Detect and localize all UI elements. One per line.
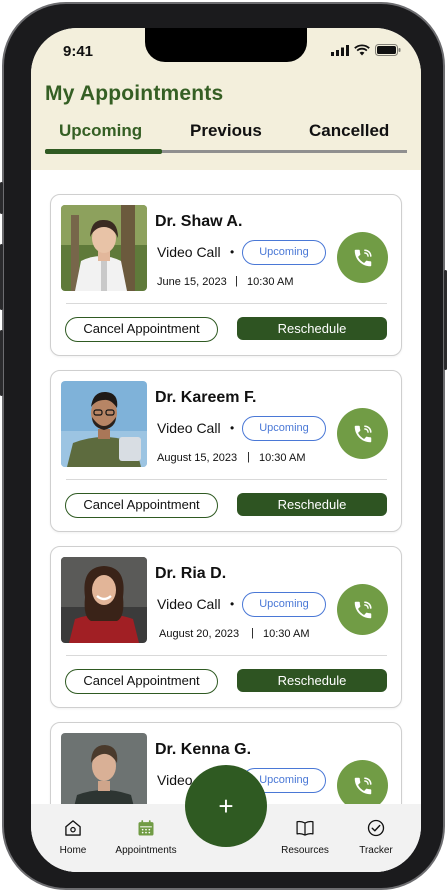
separator-dot: • (230, 245, 235, 259)
mute-switch (0, 182, 3, 214)
notch (145, 28, 307, 62)
reschedule-button[interactable]: Reschedule (237, 317, 387, 340)
status-badge: Upcoming (242, 416, 326, 441)
reschedule-button[interactable]: Reschedule (237, 493, 387, 516)
separator-dot: • (230, 597, 235, 611)
status-badge: Upcoming (242, 240, 326, 265)
plus-icon: + (218, 790, 234, 821)
tab-cancelled[interactable]: Cancelled (309, 121, 389, 141)
nav-item-resources[interactable]: Resources (279, 818, 331, 856)
phone-icon (354, 600, 372, 618)
home-icon (65, 820, 81, 836)
nav-label: Home (59, 845, 87, 856)
nav-item-tracker[interactable]: Tracker (356, 818, 396, 856)
wifi-icon (354, 44, 370, 56)
doctor-name: Dr. Shaw A. (155, 213, 243, 230)
volume-down-button (0, 330, 3, 396)
doctor-name: Dr. Kareem F. (155, 389, 257, 406)
phone-frame: 9:41 My Appointments Upcoming Previous C… (0, 2, 447, 890)
call-type: Video Call (157, 420, 221, 436)
video-call-button[interactable] (337, 408, 388, 459)
card-divider (66, 655, 387, 656)
signal-icon (331, 44, 349, 56)
nav-item-appointments[interactable]: Appointments (108, 818, 184, 856)
nav-label: Tracker (359, 845, 393, 856)
phone-icon (354, 248, 372, 266)
calendar-icon (138, 820, 154, 836)
date-time-separator: | (247, 451, 250, 463)
status-time: 9:41 (63, 43, 94, 60)
doctor-name: Dr. Kenna G. (155, 741, 252, 758)
card-divider (66, 303, 387, 304)
check-circle-icon (367, 819, 385, 837)
appointment-time: 10:30 AM (263, 628, 310, 640)
appointment-card: Dr. Kareem F. Video Call • Upcoming Augu… (50, 370, 402, 532)
battery-icon (375, 44, 401, 56)
tab-active-indicator (45, 149, 162, 154)
appointment-date: August 15, 2023 (157, 452, 238, 464)
page-title: My Appointments (45, 82, 224, 105)
tab-upcoming[interactable]: Upcoming (59, 121, 142, 141)
doctor-name: Dr. Ria D. (155, 565, 227, 582)
status-badge: Upcoming (242, 592, 326, 617)
appointment-time: 10:30 AM (247, 276, 294, 288)
volume-up-button (0, 244, 3, 310)
call-type: Video Call (157, 596, 221, 612)
tab-bar: Upcoming Previous Cancelled (31, 121, 421, 149)
phone-icon (354, 424, 372, 442)
nav-label: Resources (281, 845, 329, 856)
appointment-date: June 15, 2023 (157, 276, 227, 288)
video-call-button[interactable] (337, 584, 388, 635)
tab-previous[interactable]: Previous (190, 121, 262, 141)
cancel-appointment-button[interactable]: Cancel Appointment (65, 669, 218, 694)
call-type: Video (157, 772, 193, 788)
call-type: Video Call (157, 244, 221, 260)
date-time-separator: | (235, 275, 238, 287)
phone-icon (354, 776, 372, 794)
doctor-photo (61, 205, 147, 291)
appointment-card: Dr. Shaw A. Video Call • Upcoming June 1… (50, 194, 402, 356)
doctor-photo (61, 557, 147, 643)
cancel-appointment-button[interactable]: Cancel Appointment (65, 317, 218, 342)
separator-dot: • (230, 421, 235, 435)
card-divider (66, 479, 387, 480)
doctor-photo (61, 381, 147, 467)
appointment-time: 10:30 AM (259, 452, 306, 464)
appointment-card: Dr. Ria D. Video Call • Upcoming August … (50, 546, 402, 708)
screen: 9:41 My Appointments Upcoming Previous C… (31, 28, 421, 872)
cancel-appointment-button[interactable]: Cancel Appointment (65, 493, 218, 518)
date-time-separator: | (251, 627, 254, 639)
appointment-date: August 20, 2023 (159, 628, 240, 640)
add-appointment-button[interactable]: + (185, 765, 267, 847)
video-call-button[interactable] (337, 232, 388, 283)
reschedule-button[interactable]: Reschedule (237, 669, 387, 692)
book-icon (296, 820, 314, 836)
nav-label: Appointments (115, 845, 177, 856)
status-icons (331, 44, 401, 56)
nav-item-home[interactable]: Home (58, 818, 88, 856)
